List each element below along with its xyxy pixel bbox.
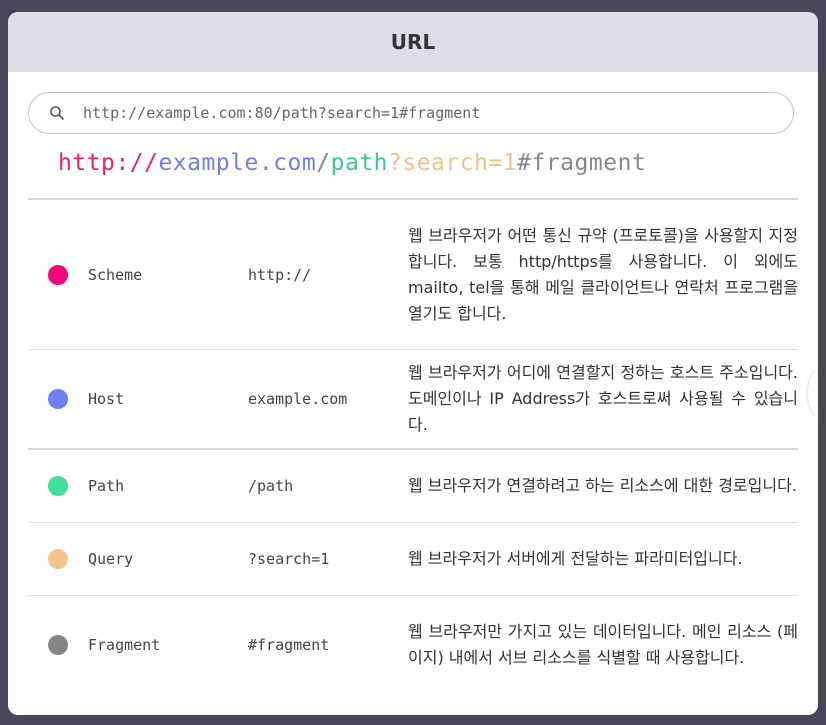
- url-part-slash: /: [316, 150, 331, 176]
- row-name: Scheme: [88, 265, 143, 284]
- row-value: ?search=1: [248, 550, 330, 568]
- url-part-query: ?search=1: [388, 150, 518, 176]
- colored-url: http://example.com/path?search=1#fragmen…: [58, 150, 646, 176]
- row-name: Fragment: [88, 636, 161, 654]
- url-part-fragment: #fragment: [517, 150, 647, 176]
- card-header: URL: [8, 12, 818, 72]
- url-part-path: path: [330, 150, 389, 176]
- table-row: Fragment #fragment 웹 브라우저만 가지고 있는 데이터입니다…: [28, 596, 798, 694]
- url-parts-table: Scheme http:// 웹 브라우저가 어떤 통신 규약 (프로토콜)을 …: [28, 198, 798, 694]
- host-color-dot: [48, 389, 68, 409]
- side-scroll-handle[interactable]: [808, 370, 818, 416]
- row-name: Path: [88, 477, 125, 495]
- fragment-color-dot: [48, 635, 68, 655]
- row-description: 웹 브라우저가 어떤 통신 규약 (프로토콜)을 사용할지 지정합니다. 보통 …: [408, 225, 798, 323]
- url-search-bar[interactable]: [28, 92, 794, 134]
- row-description: 웹 브라우저가 어디에 연결할지 정하는 호스트 주소입니다. 도메인이나 IP…: [408, 363, 798, 434]
- row-value: #fragment: [248, 636, 330, 654]
- url-card: URL http://example.com/path?search=1#fra…: [8, 12, 818, 715]
- page-title: URL: [390, 30, 436, 54]
- query-color-dot: [48, 549, 68, 569]
- table-row: Query ?search=1 웹 브라우저가 서버에게 전달하는 파라미터입니…: [28, 523, 798, 596]
- search-icon: [49, 105, 65, 121]
- row-description: 웹 브라우저만 가지고 있는 데이터입니다. 메인 리소스 (페이지) 내에서 …: [408, 622, 798, 667]
- row-value: /path: [248, 477, 294, 495]
- path-color-dot: [48, 476, 68, 496]
- row-description: 웹 브라우저가 서버에게 전달하는 파라미터입니다.: [408, 549, 743, 568]
- table-row: Scheme http:// 웹 브라우저가 어떤 통신 규약 (프로토콜)을 …: [28, 200, 798, 350]
- url-part-scheme: http://: [58, 150, 159, 176]
- table-row: Host example.com 웹 브라우저가 어디에 연결할지 정하는 호스…: [28, 350, 798, 450]
- row-description: 웹 브라우저가 연결하려고 하는 리소스에 대한 경로입니다.: [408, 476, 797, 495]
- scheme-color-dot: [48, 264, 68, 285]
- url-part-host: example.com: [158, 150, 317, 176]
- url-input[interactable]: [83, 104, 793, 122]
- row-name: Host: [88, 390, 125, 408]
- row-value: http://: [248, 265, 312, 284]
- row-name: Query: [88, 550, 134, 568]
- table-row: Path /path 웹 브라우저가 연결하려고 하는 리소스에 대한 경로입니…: [28, 450, 798, 523]
- row-value: example.com: [248, 390, 348, 408]
